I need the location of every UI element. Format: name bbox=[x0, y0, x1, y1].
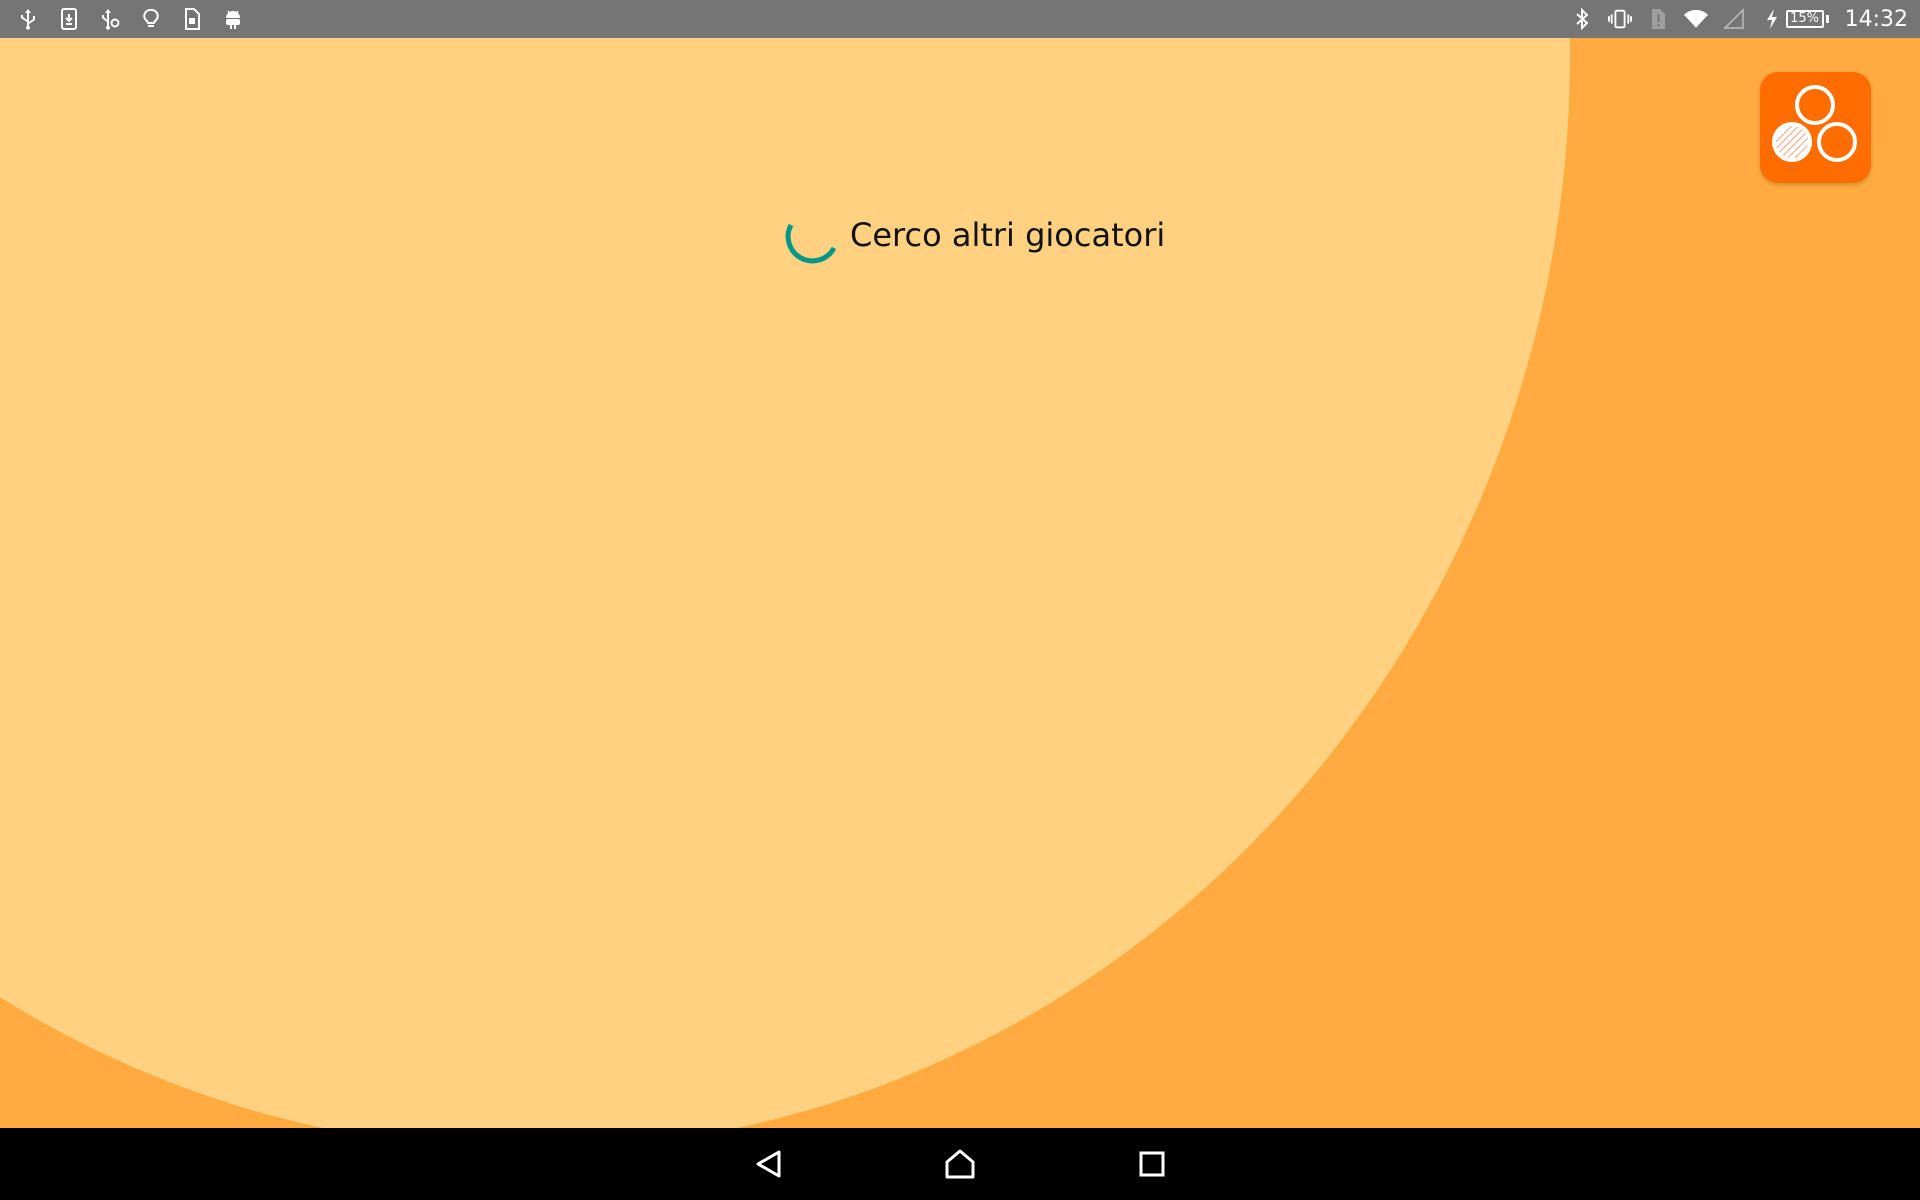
cell-signal-icon bbox=[1722, 7, 1746, 31]
loading-spinner bbox=[785, 223, 837, 264]
battery-percent: 15% bbox=[1785, 10, 1824, 28]
clock: 14:32 bbox=[1844, 6, 1908, 32]
sim-card-icon bbox=[180, 7, 204, 31]
charging-icon bbox=[1760, 7, 1784, 31]
usb-icon bbox=[16, 7, 40, 31]
home-button[interactable] bbox=[936, 1140, 984, 1188]
three-circles-logo-icon bbox=[1772, 85, 1857, 162]
wifi-icon bbox=[1683, 7, 1708, 31]
recents-icon bbox=[1139, 1151, 1165, 1177]
navigation-bar bbox=[0, 1128, 1920, 1200]
battery-tip bbox=[1825, 15, 1829, 23]
back-icon bbox=[756, 1150, 781, 1178]
app-logo-button[interactable] bbox=[1760, 72, 1871, 183]
no-sim-icon bbox=[1646, 7, 1670, 31]
usb-debug-icon bbox=[98, 7, 122, 31]
back-button[interactable] bbox=[745, 1140, 793, 1188]
bluetooth-icon bbox=[1570, 7, 1594, 31]
screen: 15% 14:32 Cerco altri giocatori bbox=[0, 0, 1920, 1200]
download-icon bbox=[57, 7, 81, 31]
status-notification-icons bbox=[16, 0, 245, 38]
lightbulb-icon bbox=[139, 7, 163, 31]
recents-button[interactable] bbox=[1128, 1140, 1176, 1188]
android-icon bbox=[221, 7, 245, 31]
status-system-icons: 15% 14:32 bbox=[1570, 0, 1908, 38]
battery-indicator: 15% bbox=[1760, 7, 1829, 31]
vibrate-icon bbox=[1607, 7, 1632, 31]
background-ellipse bbox=[0, 0, 1570, 1150]
searching-players-text: Cerco altri giocatori bbox=[850, 216, 1166, 254]
home-icon bbox=[945, 1149, 975, 1179]
search-status: Cerco altri giocatori bbox=[780, 205, 1165, 265]
status-bar: 15% 14:32 bbox=[0, 0, 1920, 38]
